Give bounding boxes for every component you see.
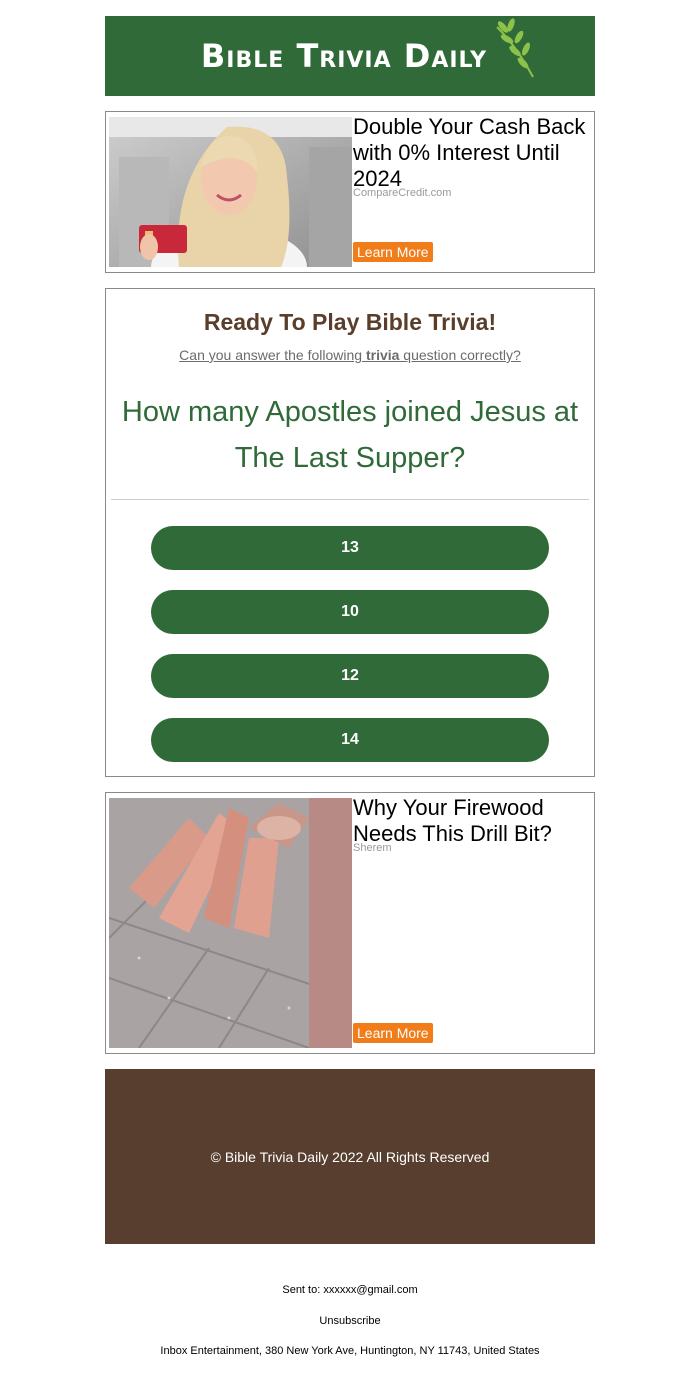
subheading-bold-word: trivia: [365, 347, 400, 363]
learn-more-button[interactable]: Learn More: [353, 242, 433, 262]
answer-button-1[interactable]: 13: [151, 526, 549, 570]
ad-card-credit[interactable]: Double Your Cash Back with 0% Interest U…: [105, 111, 595, 273]
sent-to-label: Sent to:: [282, 1284, 324, 1296]
ad-headline[interactable]: Double Your Cash Back with 0% Interest U…: [353, 114, 588, 192]
logo-text: Bible Trivia Daily: [200, 37, 488, 75]
trivia-heading: Ready To Play Bible Trivia!: [203, 309, 497, 335]
ad-card-firewood[interactable]: Why Your Firewood Needs This Drill Bit? …: [105, 792, 595, 1054]
learn-more-button[interactable]: Learn More: [353, 1023, 433, 1043]
copyright-text: © Bible Trivia Daily 2022 All Rights Res…: [210, 1148, 490, 1165]
logo[interactable]: Bible Trivia Daily: [200, 18, 534, 78]
header-banner: Bible Trivia Daily: [105, 16, 595, 96]
footer: © Bible Trivia Daily 2022 All Rights Res…: [105, 1069, 595, 1244]
divider: [111, 499, 589, 500]
olive-branch-icon: [496, 18, 534, 78]
ad-image-woman-card[interactable]: [109, 117, 352, 267]
ad-source: CompareCredit.com: [353, 187, 452, 199]
recipient-email[interactable]: xxxxxx@gmail.com: [323, 1284, 417, 1296]
ad-source: Sherem: [353, 842, 392, 854]
subheading-text-before: Can you answer the following: [179, 347, 366, 363]
ad-image-firewood[interactable]: [109, 798, 352, 1048]
postal-address: Inbox Entertainment, 380 New York Ave, H…: [160, 1345, 540, 1357]
unsubscribe-link[interactable]: Unsubscribe: [0, 1315, 700, 1327]
trivia-subheading[interactable]: Can you answer the following trivia ques…: [106, 347, 594, 363]
answer-button-2[interactable]: 10: [151, 590, 549, 634]
subheading-text-after: question correctly?: [399, 347, 521, 363]
trivia-card: Ready To Play Bible Trivia! Can you answ…: [105, 288, 595, 777]
sent-to-line: Sent to: xxxxxx@gmail.com: [0, 1284, 700, 1296]
ad-headline[interactable]: Why Your Firewood Needs This Drill Bit?: [353, 795, 588, 847]
trivia-question: How many Apostles joined Jesus at The La…: [121, 396, 579, 474]
answer-button-4[interactable]: 14: [151, 718, 549, 762]
answer-button-3[interactable]: 12: [151, 654, 549, 698]
answer-list: 13 10 12 14: [106, 526, 594, 762]
